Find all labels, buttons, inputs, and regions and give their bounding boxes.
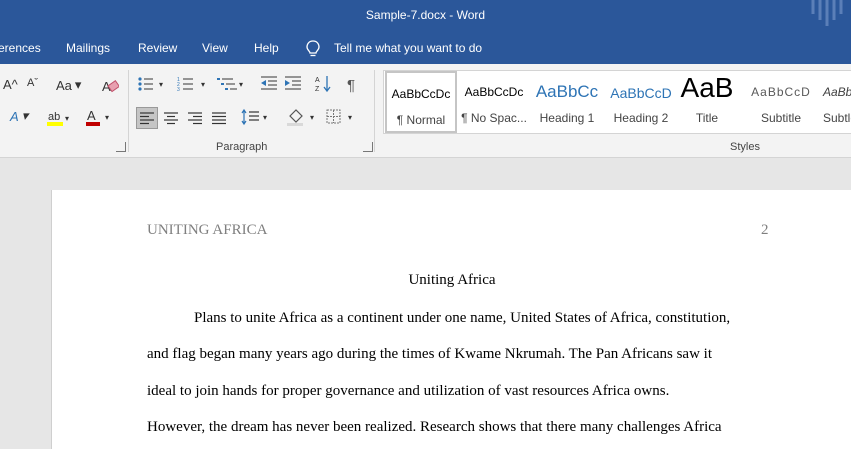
style-name: Heading 1 <box>539 111 595 125</box>
font-dialog-launcher-icon[interactable] <box>116 142 126 152</box>
svg-text:3: 3 <box>177 87 180 92</box>
svg-text:ab: ab <box>48 111 60 123</box>
title-bar: Sample-7.docx - Word <box>0 0 851 34</box>
document-canvas: UNITING AFRICA 2 Uniting Africa Plans to… <box>0 158 851 449</box>
window-title: Sample-7.docx - Word <box>365 8 486 22</box>
svg-text:▾: ▾ <box>348 113 352 122</box>
change-case-button[interactable]: Aa ▾ <box>56 77 81 93</box>
paragraph-dialog-launcher-icon[interactable] <box>363 142 373 152</box>
tell-me-search[interactable]: Tell me what you want to do <box>334 41 482 55</box>
style-subtle-emphasis[interactable]: AaBbCcD Subtle <box>819 71 851 133</box>
document-title: Uniting Africa <box>408 272 496 288</box>
body-line: Plans to unite Africa as a continent und… <box>194 310 731 326</box>
svg-text:▾: ▾ <box>65 114 69 123</box>
svg-text:A: A <box>315 77 320 84</box>
line-spacing-icon[interactable]: ▾ <box>241 108 271 126</box>
svg-text:Z: Z <box>315 86 320 93</box>
borders-icon[interactable]: ▾ <box>326 109 358 125</box>
align-left-icon <box>140 112 154 125</box>
style-sample: AaBbCcDc <box>464 85 524 99</box>
style-sample: AaBbCc <box>535 82 599 101</box>
tab-help[interactable]: Help <box>254 41 279 55</box>
style-title[interactable]: AaB Title <box>679 71 735 133</box>
style-name: Subtle <box>823 111 851 125</box>
svg-text:▾: ▾ <box>263 113 267 122</box>
page-number: 2 <box>761 222 769 238</box>
ribbon-tabs: erences Mailings Review View Help Tell m… <box>0 34 851 64</box>
body-line: ideal to join hands for proper governanc… <box>147 383 670 399</box>
svg-text:▾: ▾ <box>201 80 205 89</box>
grow-font-icon: A <box>3 77 12 92</box>
lightbulb-icon[interactable] <box>306 40 320 58</box>
decrease-indent-icon[interactable] <box>260 76 278 92</box>
clear-formatting-icon[interactable]: A <box>101 78 119 94</box>
style-subtitle[interactable]: AaBbCcD Subtitle <box>745 71 817 133</box>
style-normal[interactable]: AaBbCcDc ¶ Normal <box>385 71 457 133</box>
increase-indent-icon[interactable] <box>284 76 302 92</box>
style-heading-1[interactable]: AaBbCc Heading 1 <box>531 71 603 133</box>
tab-view[interactable]: View <box>202 41 228 55</box>
grow-font-button[interactable]: A ^ <box>3 77 18 92</box>
align-left-button[interactable] <box>136 107 158 129</box>
styles-group-label: Styles <box>730 141 760 153</box>
svg-text:▾: ▾ <box>105 113 109 122</box>
style-name: Heading 2 <box>613 111 669 125</box>
tab-review[interactable]: Review <box>138 41 177 55</box>
style-sample: AaBbCcDc <box>391 87 451 101</box>
style-sample: AaB <box>680 72 734 103</box>
font-color-icon[interactable]: A ▾ <box>85 108 113 127</box>
highlight-color-icon[interactable]: ab ▾ <box>46 109 72 127</box>
shrink-font-icon: A <box>27 77 35 89</box>
bullets-icon[interactable]: ▾ <box>137 76 167 92</box>
body-line: and flag began many years ago during the… <box>147 346 712 362</box>
group-separator <box>374 70 375 152</box>
sort-icon[interactable]: AZ <box>315 75 333 93</box>
text-effects-button[interactable]: A ▾ <box>10 108 28 124</box>
svg-text:A: A <box>87 108 96 123</box>
style-sample: AaBbCcD <box>823 85 851 99</box>
svg-text:▾: ▾ <box>310 113 314 122</box>
paragraph-group-label: Paragraph <box>216 141 268 153</box>
shrink-font-button[interactable]: Aˇ <box>27 77 38 89</box>
svg-text:▾: ▾ <box>159 80 163 89</box>
text-effects-icon: A <box>10 108 19 124</box>
style-name: ¶ Normal <box>396 113 446 127</box>
multilevel-list-icon[interactable]: ▾ <box>217 76 247 92</box>
running-header: UNITING AFRICA <box>147 222 268 238</box>
ribbon: A ^ Aˇ Aa ▾ A A ▾ ab ▾ A ▾ ▾ 123 ▾ ▾ A Z… <box>0 64 851 158</box>
align-right-icon[interactable] <box>187 111 203 125</box>
style-name: Subtitle <box>760 111 802 125</box>
svg-text:▾: ▾ <box>239 80 243 89</box>
tab-mailings[interactable]: Mailings <box>66 41 110 55</box>
change-case-icon: Aa <box>56 77 72 93</box>
title-bar-decoration-icon <box>811 0 843 26</box>
style-sample: AaBbCcD <box>610 85 672 101</box>
style-name: Title <box>695 111 719 125</box>
body-line: However, the dream has never been realiz… <box>147 419 722 435</box>
style-sample: AaBbCcD <box>751 85 811 99</box>
show-formatting-marks-icon[interactable]: ¶ <box>347 77 355 94</box>
align-center-icon[interactable] <box>163 111 179 125</box>
style-no-spacing[interactable]: AaBbCcDc ¶ No Spac... <box>459 71 529 133</box>
shading-icon[interactable]: ▾ <box>286 108 318 126</box>
tab-references[interactable]: erences <box>0 41 41 55</box>
justify-icon[interactable] <box>211 111 227 125</box>
style-name: ¶ No Spac... <box>461 111 527 125</box>
document-page[interactable]: UNITING AFRICA 2 Uniting Africa Plans to… <box>51 190 851 449</box>
numbering-icon[interactable]: 123 ▾ <box>177 76 209 92</box>
style-heading-2[interactable]: AaBbCcD Heading 2 <box>605 71 677 133</box>
styles-gallery: AaBbCcDc ¶ Normal AaBbCcDc ¶ No Spac... … <box>383 70 851 134</box>
group-separator <box>128 70 129 152</box>
